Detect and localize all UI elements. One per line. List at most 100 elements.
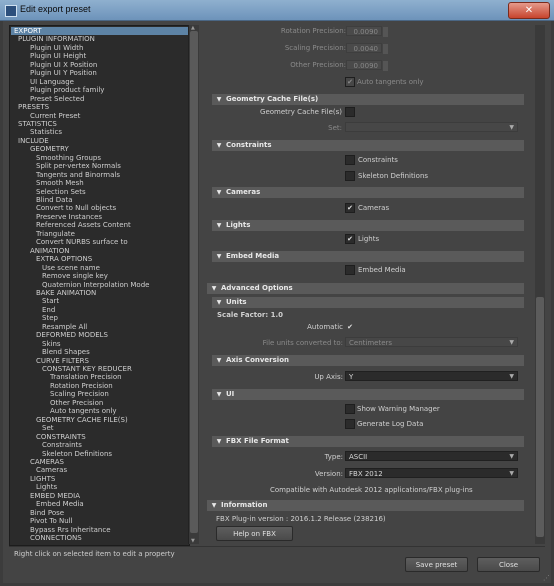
tree-item[interactable]: Plugin UI Y Position [30,69,97,77]
type-dropdown[interactable]: ASCII ▼ [345,451,518,461]
section-advanced-options[interactable]: ▼ Advanced Options [207,283,524,294]
tree-item[interactable]: Plugin UI Width [30,44,83,52]
section-information[interactable]: ▼ Information [207,500,524,511]
tree-item[interactable]: Other Precision [50,399,103,407]
constraints-checkbox[interactable] [345,155,355,165]
section-lights[interactable]: ▼ Lights [212,220,524,231]
tree-item[interactable]: Start [42,297,59,305]
tree-item[interactable]: Remove single key [42,272,108,280]
tree-item[interactable]: Translation Precision [50,373,122,381]
resize-grip-icon[interactable]: ⋰ [543,574,550,582]
auto-tangents-checkbox[interactable]: ✔ [345,77,355,87]
section-ui[interactable]: ▼ UI [212,389,524,400]
set-dropdown[interactable]: ▼ [345,122,518,132]
tree-item[interactable]: Current Preset [30,112,80,120]
cameras-checkbox[interactable]: ✔ [345,203,355,213]
tree-item[interactable]: INCLUDE [18,137,49,145]
tree-item[interactable]: Quaternion Interpolation Mode [42,281,149,289]
generate-log-checkbox[interactable] [345,419,355,429]
tree-item[interactable]: Auto tangents only [50,407,117,415]
tree-item[interactable]: Set [42,424,54,432]
section-cameras[interactable]: ▼ Cameras [212,187,524,198]
tree-scrollbar[interactable]: ▲ ▼ [188,25,199,544]
tree-item[interactable]: Use scene name [42,264,100,272]
tree-item[interactable]: Bind Pose [30,509,64,517]
tree-item[interactable]: Selection Sets [36,188,86,196]
rotation-precision-field[interactable]: 0.0090 [346,26,382,36]
tree-item[interactable]: Bypass Rrs Inheritance [30,526,111,534]
tree-item[interactable]: Constraints [42,441,82,449]
tree-scroll-thumb[interactable] [190,31,198,533]
tree-item[interactable]: Statistics [30,128,62,136]
tree-item[interactable]: PRESETS [18,103,49,111]
tree-item[interactable]: End [42,306,55,314]
tree-item[interactable]: Step [42,314,58,322]
tree-item[interactable]: Smooth Mesh [36,179,84,187]
section-fbx-file-format[interactable]: ▼ FBX File Format [212,436,524,447]
other-precision-slider[interactable] [382,60,389,72]
tree-item[interactable]: Lights [36,483,57,491]
panel-scrollbar[interactable] [535,25,545,544]
embed-media-checkbox[interactable] [345,265,355,275]
tree-item[interactable]: Blend Shapes [42,348,90,356]
tree-item[interactable]: Cameras [36,466,67,474]
tree-item[interactable]: Skins [42,340,61,348]
tree-item[interactable]: Skeleton Definitions [42,450,112,458]
up-axis-dropdown[interactable]: Y ▼ [345,371,518,381]
tree-item[interactable]: Preserve Instances [36,213,102,221]
scaling-precision-field[interactable]: 0.0040 [346,43,382,53]
tree-item[interactable]: BAKE ANIMATION [36,289,96,297]
tree-item[interactable]: Referenced Assets Content [36,221,131,229]
window-close-button[interactable]: ✕ [508,2,550,19]
tree-item[interactable]: CURVE FILTERS [36,357,89,365]
tree-item[interactable]: CONSTRAINTS [36,433,86,441]
tree-item[interactable]: GEOMETRY [30,145,69,153]
close-button[interactable]: Close [477,557,540,572]
tree-item[interactable]: Plugin UI X Position [30,61,97,69]
scaling-precision-slider[interactable] [382,43,389,55]
section-axis-conversion[interactable]: ▼ Axis Conversion [212,355,524,366]
tree-item[interactable]: Plugin UI Height [30,52,86,60]
tree-item[interactable]: Rotation Precision [50,382,113,390]
tree-item[interactable]: CONNECTIONS [30,534,82,542]
tree-item[interactable]: EXPORT [11,27,189,35]
save-preset-button[interactable]: Save preset [405,557,468,572]
version-dropdown[interactable]: FBX 2012 ▼ [345,468,518,478]
tree-item[interactable]: GEOMETRY CACHE FILE(S) [36,416,128,424]
show-warning-manager-checkbox[interactable] [345,404,355,414]
tree-item[interactable]: Embed Media [36,500,84,508]
tree-item[interactable]: Split per-vertex Normals [36,162,121,170]
lights-checkbox[interactable]: ✔ [345,234,355,244]
tree-item[interactable]: Scaling Precision [50,390,109,398]
file-units-dropdown[interactable]: Centimeters ▼ [345,337,518,347]
tree-item[interactable]: UI Language [30,78,74,86]
tree-item[interactable]: CONSTANT KEY REDUCER [42,365,132,373]
tree-item[interactable]: PLUGIN INFORMATION [18,35,95,43]
tree-item[interactable]: Smoothing Groups [36,154,101,162]
geometry-cache-checkbox[interactable] [345,107,355,117]
tree-item[interactable]: CAMERAS [30,458,64,466]
section-geometry-cache[interactable]: ▼ Geometry Cache File(s) [212,94,524,105]
tree-item[interactable]: Tangents and Binormals [36,171,120,179]
tree-item[interactable]: ANIMATION [30,247,69,255]
section-embed-media[interactable]: ▼ Embed Media [212,251,524,262]
tree-item[interactable]: DEFORMED MODELS [36,331,108,339]
tree-item[interactable]: STATISTICS [18,120,57,128]
tree-item[interactable]: Resample All [42,323,87,331]
skeleton-definitions-checkbox[interactable] [345,171,355,181]
section-constraints[interactable]: ▼ Constraints [212,140,524,151]
panel-scroll-thumb[interactable] [536,297,544,537]
tree-item[interactable]: LIGHTS [30,475,55,483]
tree-item[interactable]: Pivot To Null [30,517,73,525]
property-tree[interactable]: EXPORT PLUGIN INFORMATION Plugin UI Width P… [9,25,190,546]
tree-item[interactable]: Preset Selected [30,95,84,103]
tree-item[interactable]: Plugin product family [30,86,104,94]
section-units[interactable]: ▼ Units [212,297,524,308]
automatic-checkbox[interactable]: ✔ [345,322,355,332]
tree-item[interactable]: Blind Data [36,196,73,204]
tree-item[interactable]: Convert NURBS surface to [36,238,128,246]
rotation-precision-slider[interactable] [382,26,389,38]
other-precision-field[interactable]: 0.0090 [346,60,382,70]
tree-item[interactable]: EMBED MEDIA [30,492,80,500]
scroll-down-icon[interactable]: ▼ [191,538,195,544]
